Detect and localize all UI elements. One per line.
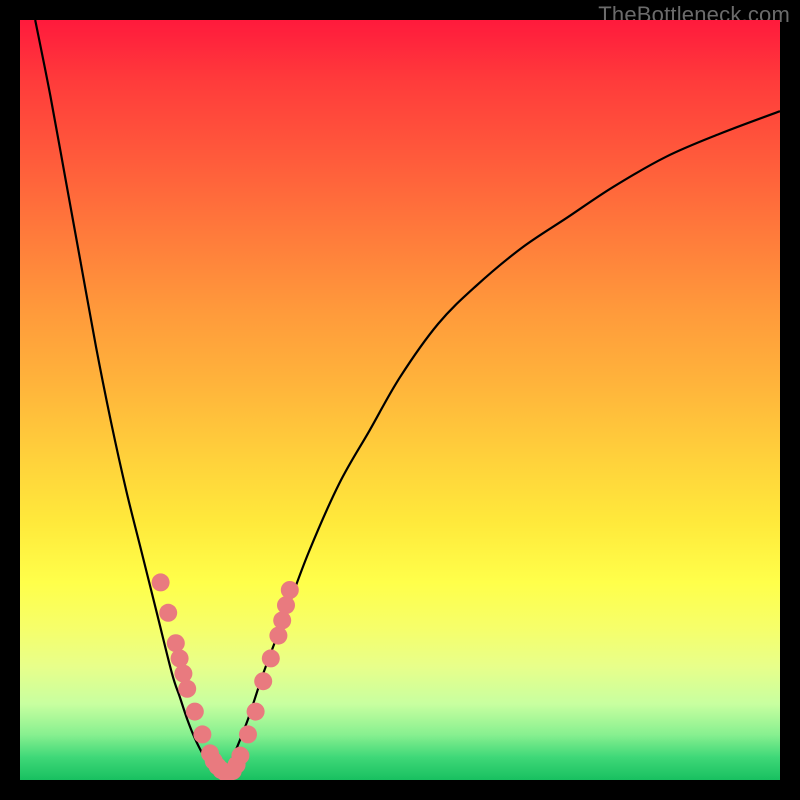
data-marker	[193, 725, 211, 743]
data-marker	[247, 703, 265, 721]
data-marker	[171, 649, 189, 667]
plot-area	[20, 20, 780, 780]
data-marker	[174, 665, 192, 683]
data-marker	[167, 634, 185, 652]
curve-left-branch	[35, 20, 217, 772]
outer-frame: TheBottleneck.com	[0, 0, 800, 800]
data-marker	[254, 672, 272, 690]
data-marker	[262, 649, 280, 667]
curve-right-branch	[225, 111, 780, 772]
data-marker	[277, 596, 295, 614]
data-marker	[186, 703, 204, 721]
data-marker	[159, 604, 177, 622]
chart-svg	[20, 20, 780, 780]
data-marker	[178, 680, 196, 698]
data-marker	[239, 725, 257, 743]
data-marker	[152, 573, 170, 591]
data-marker	[269, 627, 287, 645]
data-marker	[281, 581, 299, 599]
data-marker	[231, 747, 249, 765]
data-marker	[273, 611, 291, 629]
